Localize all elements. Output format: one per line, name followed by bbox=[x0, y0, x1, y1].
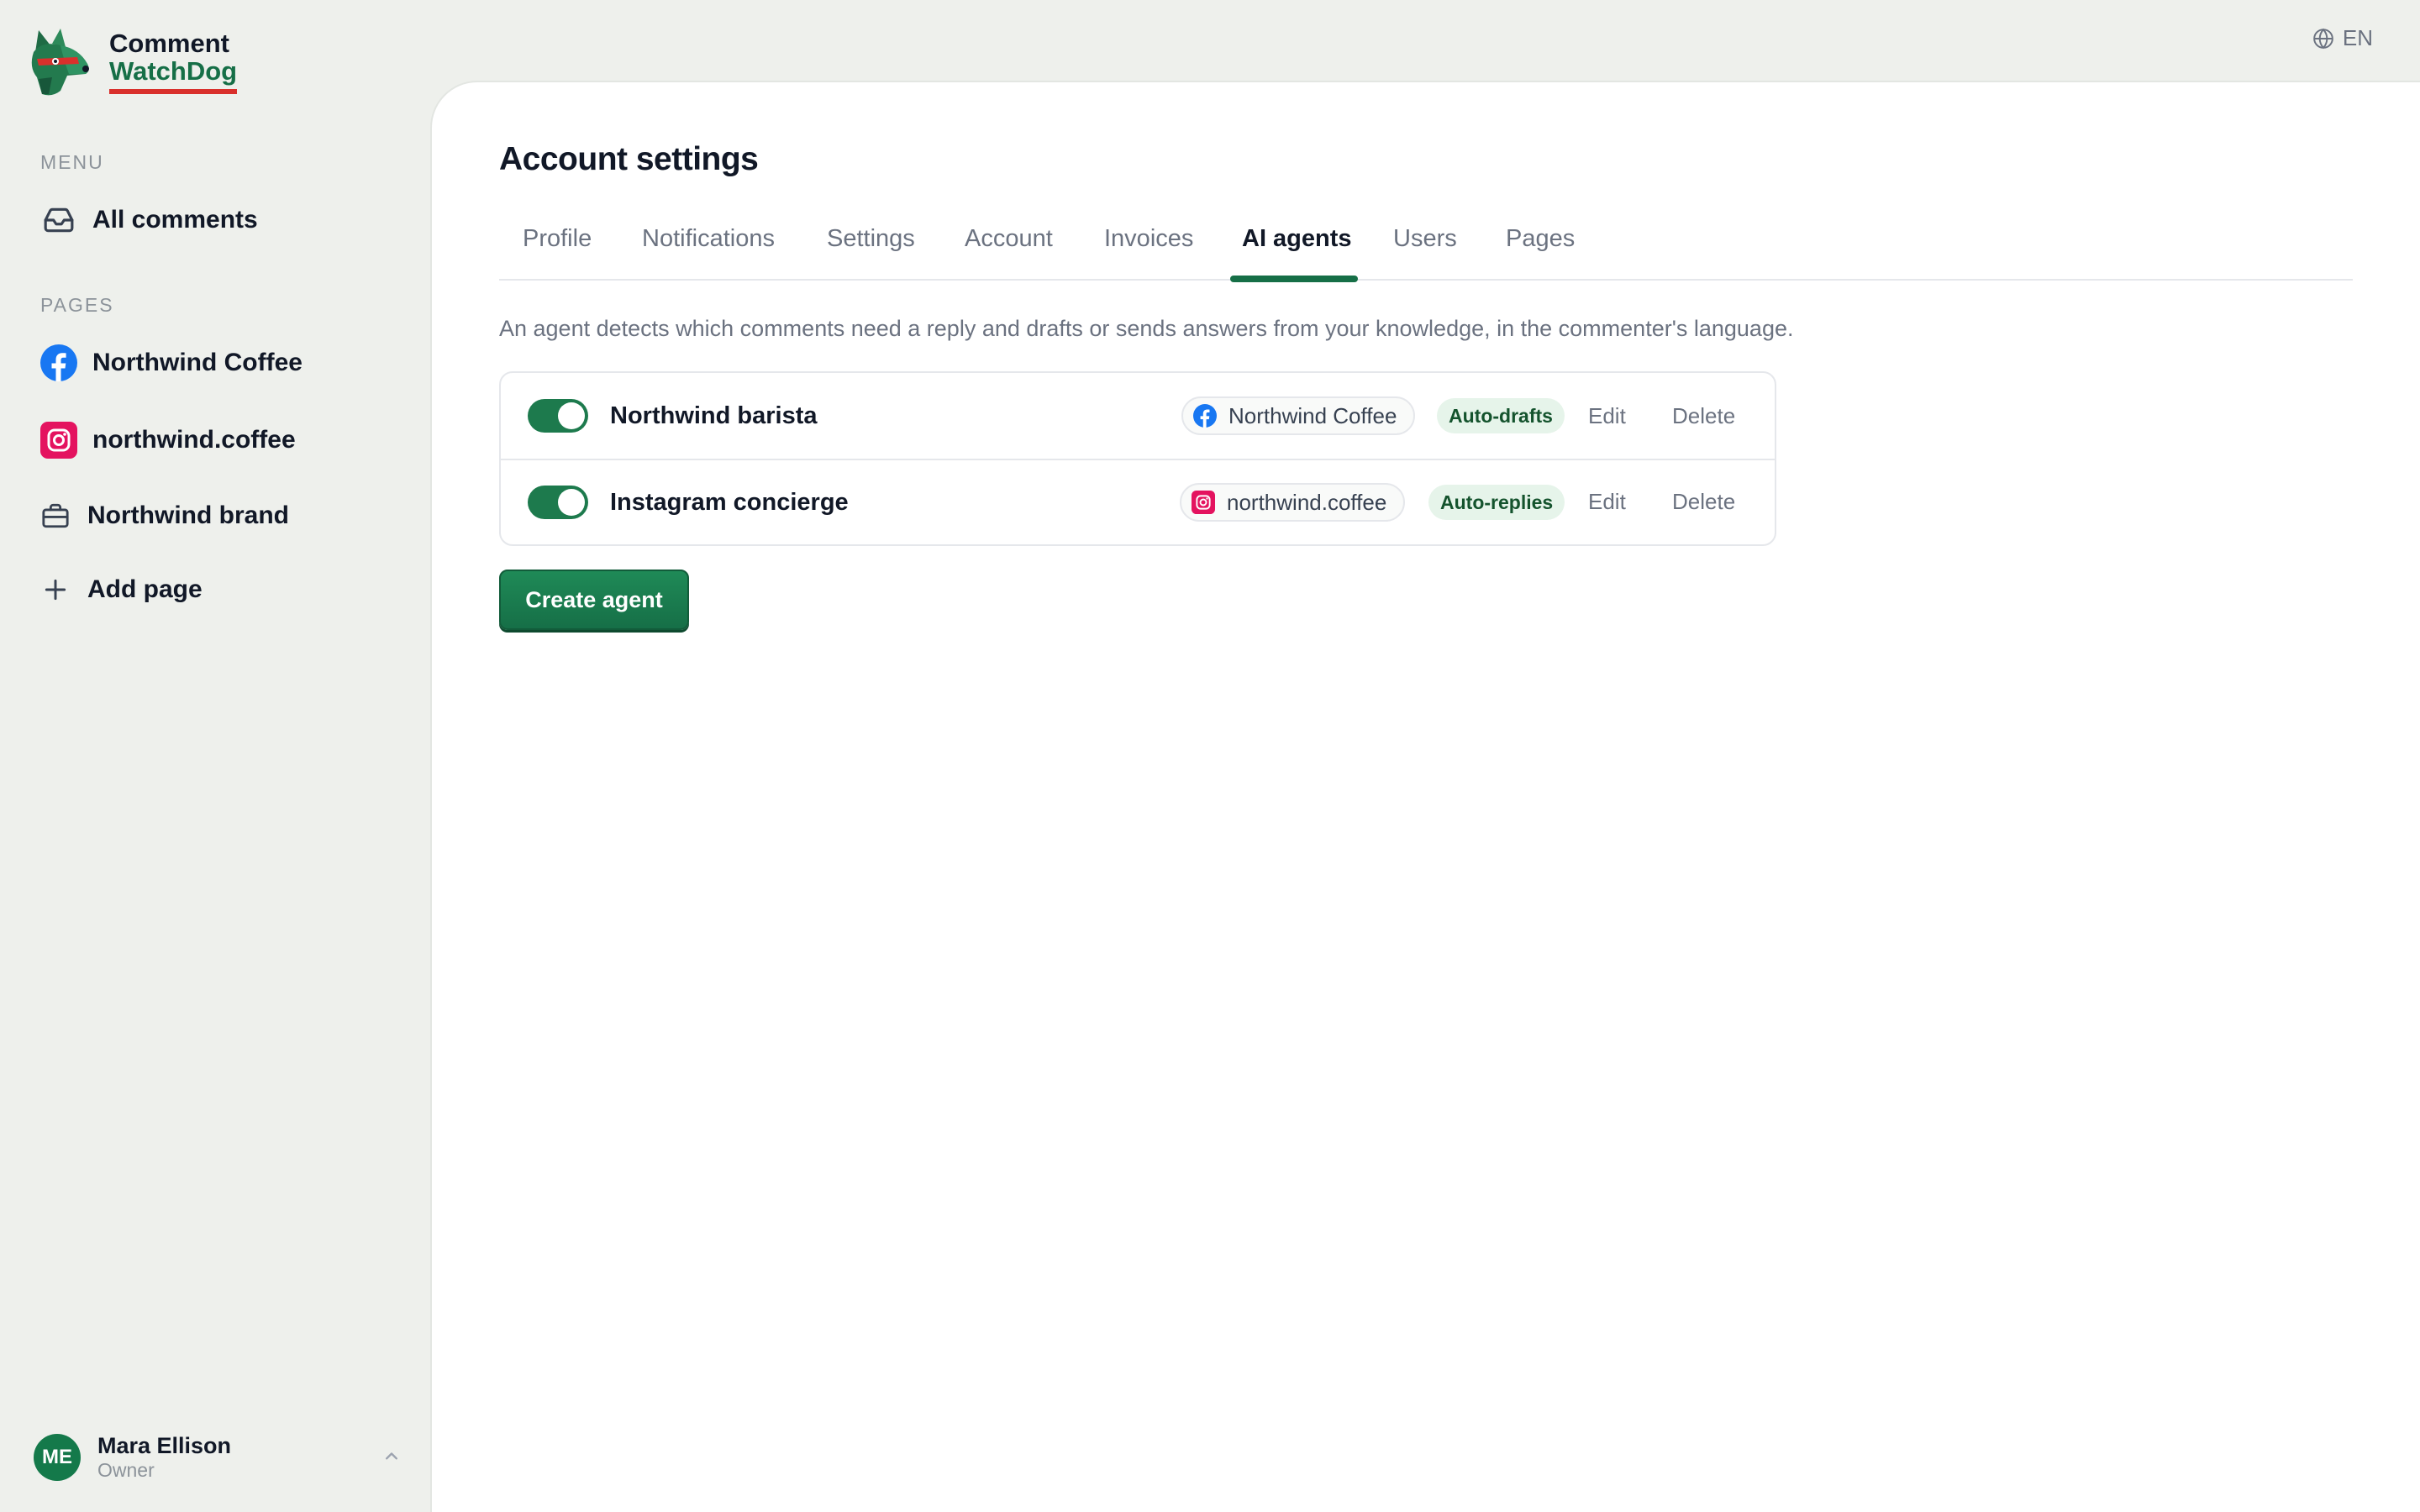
agent-mode-badge: Auto-replies bbox=[1428, 485, 1565, 520]
delete-agent-button[interactable]: Delete bbox=[1672, 489, 1735, 515]
agents-description: An agent detects which comments need a r… bbox=[499, 316, 1794, 341]
add-page-label: Add page bbox=[87, 575, 203, 603]
sidebar-item-label: Northwind brand bbox=[87, 501, 289, 529]
page-title: Account settings bbox=[499, 141, 759, 177]
active-tab-indicator bbox=[1230, 276, 1358, 282]
tab-ai-agents[interactable]: AI agents bbox=[1242, 225, 1352, 281]
agent-name: Instagram concierge bbox=[610, 489, 849, 516]
tab-settings[interactable]: Settings bbox=[827, 225, 915, 281]
add-page-button[interactable]: Add page bbox=[40, 568, 203, 612]
sidebar: Comment WatchDog MENU All comments PAGES bbox=[0, 0, 430, 1512]
tab-notifications[interactable]: Notifications bbox=[642, 225, 775, 281]
brand-name-line2: WatchDog bbox=[109, 57, 238, 94]
dog-logo-icon bbox=[31, 29, 89, 96]
edit-agent-button[interactable]: Edit bbox=[1588, 489, 1626, 515]
language-code: EN bbox=[2342, 25, 2373, 50]
briefcase-icon bbox=[40, 497, 71, 534]
toggle-knob bbox=[558, 489, 585, 516]
create-agent-button[interactable]: Create agent bbox=[499, 570, 689, 630]
plus-icon bbox=[40, 571, 71, 608]
brand-logo[interactable]: Comment WatchDog bbox=[27, 27, 238, 97]
brand-name-line1: Comment bbox=[109, 29, 229, 59]
sidebar-item-northwind-instagram[interactable]: northwind.coffee bbox=[40, 418, 296, 462]
chevron-up-icon[interactable] bbox=[380, 1445, 403, 1468]
app-root: Comment WatchDog MENU All comments PAGES bbox=[0, 0, 2420, 1512]
sidebar-item-label: All comments bbox=[92, 206, 258, 234]
instagram-icon bbox=[1192, 491, 1215, 514]
agent-page-name: northwind.coffee bbox=[1227, 489, 1387, 515]
agent-page-chip[interactable]: Northwind Coffee bbox=[1181, 396, 1416, 435]
agent-row: Northwind barista Northwind Coffee Auto-… bbox=[501, 373, 1775, 459]
agent-enabled-toggle[interactable] bbox=[528, 486, 588, 519]
sidebar-item-northwind-coffee[interactable]: Northwind Coffee bbox=[40, 341, 302, 385]
settings-tabs: Profile Notifications Settings Account I… bbox=[499, 225, 2353, 282]
agent-enabled-toggle[interactable] bbox=[528, 399, 588, 433]
instagram-icon bbox=[40, 422, 77, 459]
pages-section-label: PAGES bbox=[40, 294, 114, 316]
facebook-icon bbox=[40, 344, 77, 381]
tab-users[interactable]: Users bbox=[1393, 225, 1457, 281]
tab-pages[interactable]: Pages bbox=[1506, 225, 1575, 281]
menu-section-label: MENU bbox=[40, 151, 104, 173]
agent-mode-badge: Auto-drafts bbox=[1437, 398, 1565, 433]
toggle-knob bbox=[558, 402, 585, 429]
agents-list: Northwind barista Northwind Coffee Auto-… bbox=[499, 371, 1776, 546]
edit-agent-button[interactable]: Edit bbox=[1588, 403, 1626, 429]
delete-agent-button[interactable]: Delete bbox=[1672, 403, 1735, 429]
sidebar-item-label: northwind.coffee bbox=[92, 426, 296, 454]
agent-page-chip[interactable]: northwind.coffee bbox=[1180, 483, 1406, 522]
avatar: ME bbox=[34, 1433, 81, 1481]
sidebar-item-northwind-brand[interactable]: Northwind brand bbox=[40, 494, 289, 538]
agent-row: Instagram concierge northwind.coffee Aut… bbox=[501, 459, 1775, 544]
tab-profile[interactable]: Profile bbox=[523, 225, 592, 281]
main-panel: Account settings Profile Notifications S… bbox=[430, 81, 2420, 1512]
sidebar-item-all-comments[interactable]: All comments bbox=[40, 198, 258, 242]
language-switcher[interactable]: EN bbox=[2312, 25, 2373, 51]
user-role: Owner bbox=[97, 1459, 155, 1482]
user-menu[interactable]: ME Mara Ellison Owner bbox=[34, 1433, 403, 1481]
user-name: Mara Ellison bbox=[97, 1433, 232, 1458]
facebook-icon bbox=[1193, 404, 1217, 428]
agent-name: Northwind barista bbox=[610, 402, 818, 429]
tab-account[interactable]: Account bbox=[965, 225, 1053, 281]
sidebar-item-label: Northwind Coffee bbox=[92, 349, 302, 376]
globe-icon bbox=[2313, 28, 2333, 49]
agent-page-name: Northwind Coffee bbox=[1228, 402, 1397, 428]
inbox-icon bbox=[40, 202, 77, 239]
tab-invoices[interactable]: Invoices bbox=[1104, 225, 1193, 281]
